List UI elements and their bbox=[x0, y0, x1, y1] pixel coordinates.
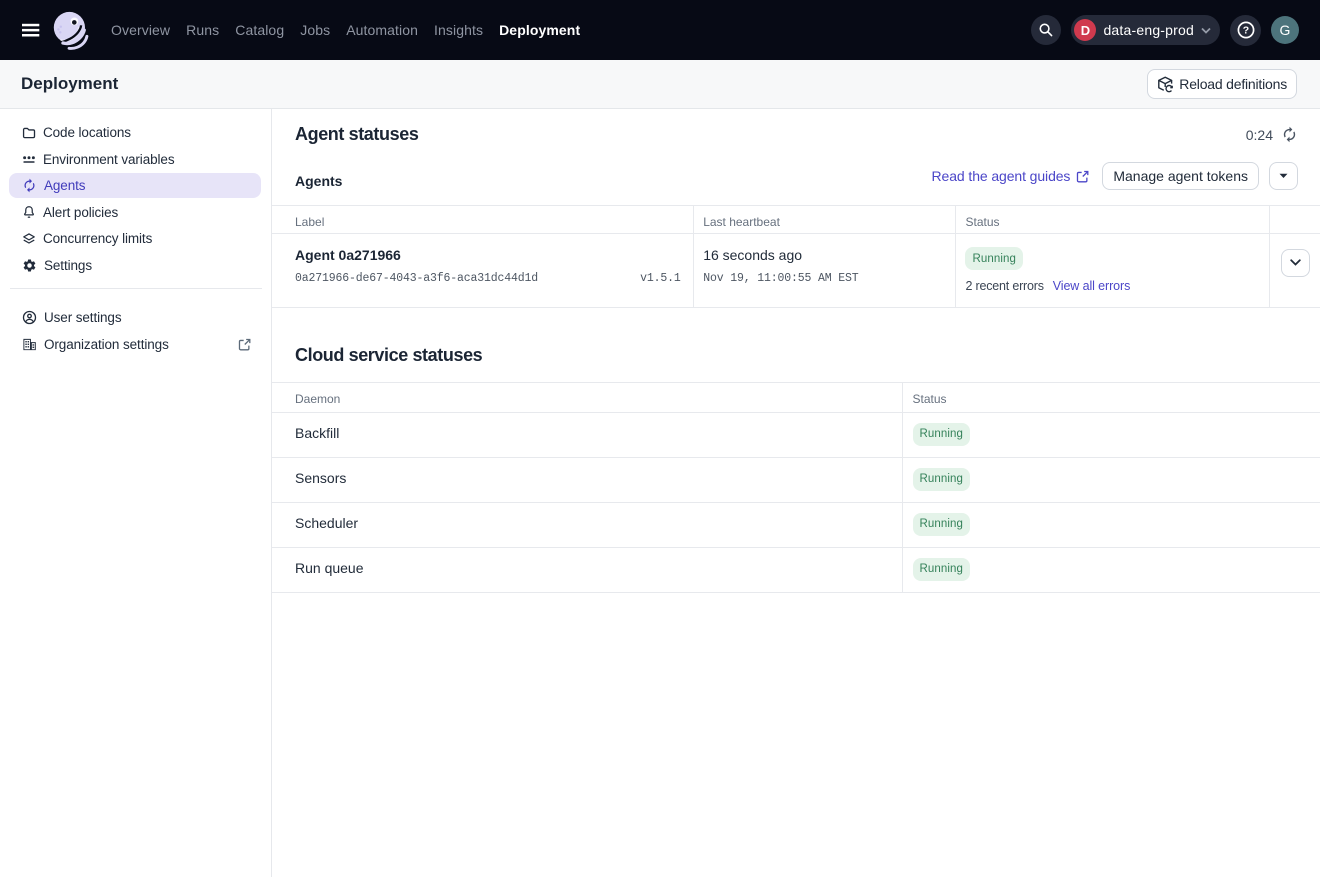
svg-text:?: ? bbox=[1242, 25, 1248, 37]
